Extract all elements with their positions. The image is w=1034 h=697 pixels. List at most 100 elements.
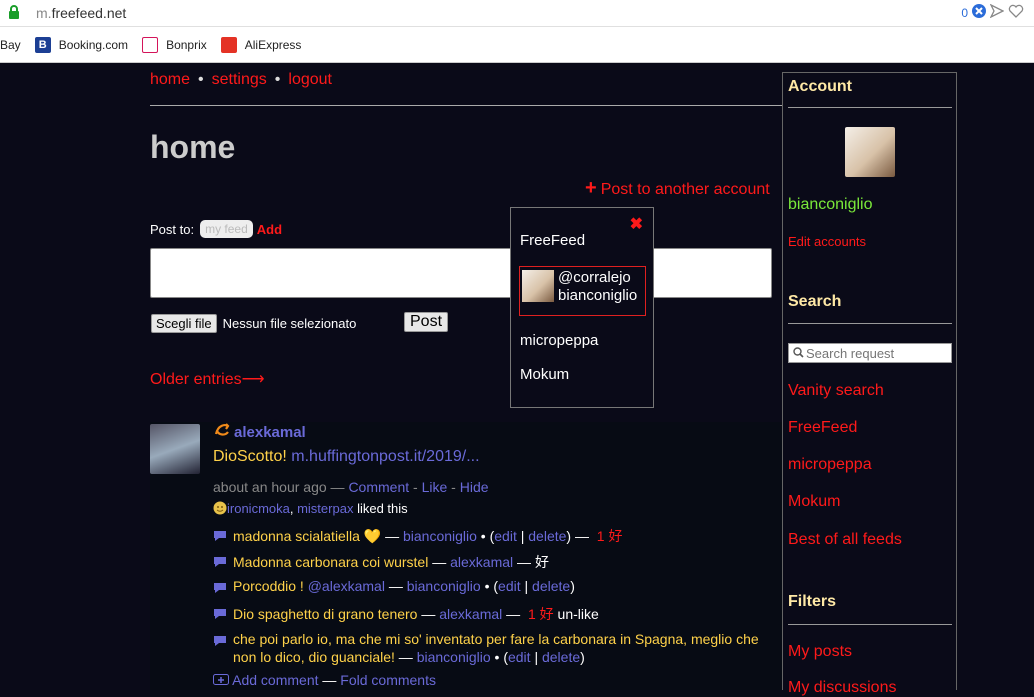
divider: [788, 323, 952, 324]
comment-author-link[interactable]: alexkamal: [450, 554, 513, 570]
feed-entry: alexkamal DioScotto! m.huffingtonpost.it…: [150, 422, 782, 690]
no-file-label: Nessun file selezionato: [222, 316, 357, 331]
fold-comments-link[interactable]: Fold comments: [340, 672, 436, 688]
like-link[interactable]: Like: [422, 479, 448, 495]
account-heading: Account: [788, 78, 852, 95]
my-feed-chip[interactable]: my feed: [200, 220, 253, 238]
top-nav: home • settings • logout: [150, 71, 332, 89]
bonprix-icon: [142, 37, 159, 53]
add-link[interactable]: Add: [257, 222, 282, 237]
comment-link[interactable]: Comment: [348, 479, 409, 495]
comment-author-link[interactable]: bianconiglio: [403, 528, 477, 544]
comment-edit-link[interactable]: edit: [494, 528, 517, 544]
author-avatar[interactable]: [150, 424, 200, 474]
liked-suffix: liked this: [357, 501, 408, 516]
bookmark-label: Booking.com: [58, 38, 129, 52]
post-another-label: Post to another account: [600, 181, 770, 198]
mention-link[interactable]: @alexkamal: [308, 578, 385, 594]
filters-heading: Filters: [788, 593, 837, 610]
comment-text: Madonna carbonara coi wurstel: [233, 554, 429, 570]
choose-file-button[interactable]: Scegli file: [151, 314, 217, 333]
aliexpress-icon: [220, 37, 237, 53]
selected-account-handle: @corralejo: [558, 269, 631, 286]
comment: Madonna carbonara coi wurstel — alexkama…: [213, 552, 549, 572]
search-input[interactable]: [804, 345, 948, 361]
dash: —: [322, 672, 337, 688]
comment: Porcoddio ! @alexkamal — bianconiglio • …: [213, 578, 575, 594]
lock-icon: [8, 5, 20, 24]
nav-separator: •: [198, 71, 204, 88]
popup-item-micropeppa[interactable]: micropeppa: [520, 332, 598, 349]
nav-settings-link[interactable]: settings: [212, 71, 267, 88]
bookmarks-bar: Bay B Booking.com Bonprix AliExpress: [0, 33, 1034, 57]
sidebar: Account bianconiglio Edit accounts Searc…: [782, 72, 957, 696]
nav-logout-link[interactable]: logout: [288, 71, 332, 88]
comment-text: che poi parlo io, ma che mi so' inventat…: [233, 631, 759, 647]
repost-icon: [213, 422, 231, 442]
filter-link-my-discussions[interactable]: My discussions: [788, 679, 896, 697]
comment-like-action[interactable]: 好: [535, 554, 549, 570]
older-entries-link[interactable]: Older entries⟶: [150, 369, 265, 389]
close-icon[interactable]: ✖: [630, 214, 643, 234]
comment-text: Porcoddio !: [233, 578, 304, 594]
popup-item-freefeed[interactable]: FreeFeed: [520, 232, 585, 249]
favorite-icon[interactable]: [1008, 4, 1024, 21]
comment-bubble-icon: [213, 555, 227, 571]
comment-edit-link[interactable]: edit: [498, 578, 521, 594]
entry-text: DioScotto! m.huffingtonpost.it/2019/...: [213, 448, 480, 466]
hide-link[interactable]: Hide: [460, 479, 489, 495]
comment: madonna scialatiella 💛 — bianconiglio • …: [213, 526, 622, 546]
extension-icon[interactable]: [972, 4, 986, 21]
add-comment-link[interactable]: Add comment: [232, 672, 318, 688]
url-text[interactable]: m.freefeed.net: [36, 5, 126, 21]
comment-delete-link[interactable]: delete: [528, 528, 566, 544]
address-bar[interactable]: m.freefeed.net 0: [0, 0, 1034, 27]
comment-author-link[interactable]: alexkamal: [439, 606, 502, 622]
liker-link[interactable]: ironicmoka: [227, 501, 290, 516]
sidebar-link-freefeed[interactable]: FreeFeed: [788, 419, 857, 437]
comment-delete-link[interactable]: delete: [532, 578, 570, 594]
bookmark-label: AliExpress: [244, 38, 302, 52]
edit-accounts-link[interactable]: Edit accounts: [788, 234, 866, 249]
bookmark-aliexpress[interactable]: AliExpress: [220, 37, 302, 53]
nav-home-link[interactable]: home: [150, 71, 190, 88]
sidebar-link-mokum[interactable]: Mokum: [788, 493, 840, 511]
bookmark-bonprix[interactable]: Bonprix: [142, 37, 207, 53]
sidebar-link-vanity-search[interactable]: Vanity search: [788, 382, 884, 400]
comment-author-link[interactable]: bianconiglio: [417, 649, 491, 665]
author-link[interactable]: alexkamal: [234, 424, 306, 441]
account-name-link[interactable]: bianconiglio: [788, 196, 873, 214]
comment-author-link[interactable]: bianconiglio: [407, 578, 481, 594]
entry-time[interactable]: about an hour ago: [213, 479, 327, 495]
browser-chrome: m.freefeed.net 0 Bay B Booking.com Bonpri…: [0, 0, 1034, 63]
comment-text: madonna scialatiella 💛: [233, 528, 382, 544]
post-to-another-account-link[interactable]: + Post to another account: [585, 177, 770, 200]
comment: che poi parlo io, ma che mi so' inventat…: [213, 630, 773, 666]
post-textarea[interactable]: [150, 248, 772, 298]
comment-edit-link[interactable]: edit: [508, 649, 531, 665]
entry-meta: about an hour ago — Comment - Like - Hid…: [213, 479, 489, 495]
post-button[interactable]: Post: [404, 312, 449, 332]
comment-delete-link[interactable]: delete: [542, 649, 580, 665]
send-icon[interactable]: [989, 3, 1005, 21]
plus-icon: +: [585, 177, 597, 199]
comment-unlike-link[interactable]: un-like: [558, 606, 599, 622]
divider: [788, 107, 952, 108]
sidebar-link-best-of-all-feeds[interactable]: Best of all feeds: [788, 531, 902, 549]
sidebar-link-micropeppa[interactable]: micropeppa: [788, 456, 872, 474]
bookmark-booking[interactable]: B Booking.com: [34, 37, 129, 53]
comment-likes[interactable]: 1 好: [597, 528, 623, 544]
comment-bubble-icon: [213, 607, 227, 623]
search-box[interactable]: [788, 343, 952, 363]
comment-likes[interactable]: 1 好: [528, 606, 554, 622]
nav-separator: •: [274, 71, 281, 88]
entry-url-link[interactable]: m.huffingtonpost.it/2019/...: [291, 448, 479, 465]
popup-item-selected[interactable]: @corralejo bianconiglio: [519, 266, 646, 316]
bookmark-bay[interactable]: Bay: [0, 38, 21, 52]
likes-row: ironicmoka, misterpax liked this: [213, 501, 408, 516]
filter-link-my-posts[interactable]: My posts: [788, 643, 852, 661]
popup-item-mokum[interactable]: Mokum: [520, 366, 569, 383]
account-avatar[interactable]: [845, 127, 895, 177]
address-bar-actions: 0: [961, 3, 1024, 21]
liker-link[interactable]: misterpax: [297, 501, 353, 516]
